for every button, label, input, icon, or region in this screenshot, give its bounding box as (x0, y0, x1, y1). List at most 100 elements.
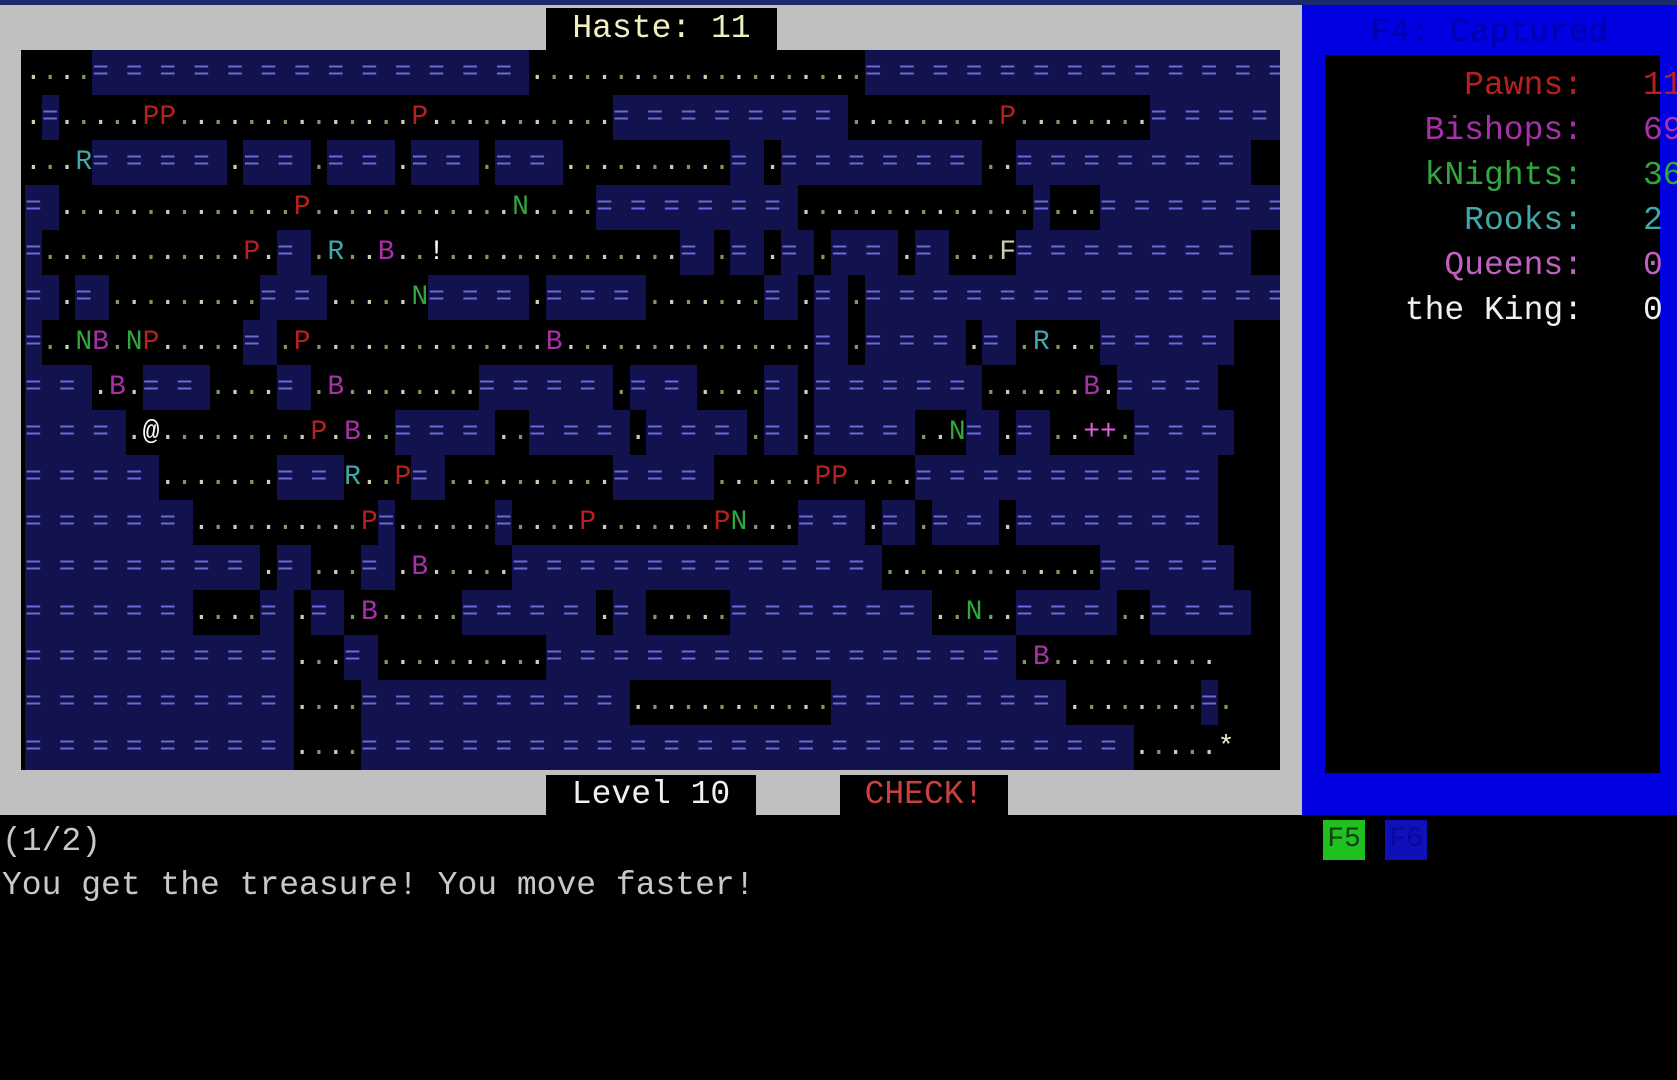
f5-key-button[interactable]: F5 (1323, 820, 1365, 860)
wall-tile: = (1150, 365, 1167, 410)
floor-tile: . (428, 372, 445, 403)
wall-tile (276, 680, 294, 725)
floor-tile: . (764, 462, 781, 493)
wall-tile (797, 230, 815, 275)
wall-tile (1066, 500, 1084, 545)
floor-tile: . (579, 462, 597, 493)
floor-tile: . (344, 192, 361, 223)
wall-tile (41, 185, 59, 230)
floor-tile: . (528, 327, 546, 358)
wall-tile: = (159, 590, 176, 635)
knight-piece: N (411, 282, 429, 313)
floor-tile: . (394, 327, 412, 358)
floor-tile: . (814, 57, 832, 88)
wall-tile (1032, 140, 1050, 185)
floor-tile: . (58, 282, 76, 313)
floor-tile: . (780, 327, 798, 358)
wall-tile (881, 50, 899, 95)
floor-tile: . (730, 372, 748, 403)
wall-tile (243, 50, 261, 95)
floor-tile: . (310, 552, 328, 583)
wall-tile: = (1049, 500, 1066, 545)
floor-tile: . (495, 102, 513, 133)
wall-tile (948, 500, 966, 545)
wall-tile: = (25, 680, 42, 725)
floor-tile: . (982, 597, 1000, 628)
knight-piece: N (125, 327, 143, 358)
floor-tile: . (663, 687, 681, 718)
f6-key-button[interactable]: F6 (1385, 820, 1427, 860)
wall-tile (612, 680, 630, 725)
floor-tile: . (814, 192, 832, 223)
wall-tile (696, 95, 714, 140)
floor-tile: . (982, 147, 1000, 178)
floor-tile: . (764, 327, 781, 358)
wall-tile (41, 275, 59, 320)
game-map[interactable]: .... = = = = = = = = = = = = = ..........… (21, 50, 1280, 770)
floor-tile: . (293, 102, 311, 133)
wall-tile: = (1217, 140, 1234, 185)
wall-tile (680, 185, 697, 230)
wall-tile (293, 545, 311, 590)
captured-stat-row: Pawns: 112 (1325, 63, 1677, 108)
wall-tile (1083, 725, 1100, 770)
floor-tile: . (461, 102, 479, 133)
floor-tile: . (982, 237, 1000, 268)
floor-tile: . (948, 552, 966, 583)
wall-tile: = (1049, 140, 1066, 185)
wall-tile (780, 185, 798, 230)
floor-tile: . (344, 507, 361, 538)
floor-tile: . (444, 597, 462, 628)
floor-tile: . (915, 192, 933, 223)
floor-tile: . (1032, 372, 1050, 403)
wall-tile (982, 50, 1000, 95)
floor-tile: . (360, 192, 378, 223)
wall-tile: = (25, 635, 42, 680)
floor-tile: . (344, 372, 361, 403)
wall-tile: = (495, 590, 512, 635)
wall-tile: = (579, 275, 596, 320)
wall-tile: = (528, 680, 546, 725)
wall-tile (327, 455, 345, 500)
wall-tile: = (1167, 320, 1184, 365)
wall-tile: = (528, 140, 546, 185)
wall-tile: = (730, 590, 747, 635)
knight-piece: N (75, 327, 93, 358)
floor-tile: . (596, 507, 613, 538)
wall-tile: = (932, 275, 949, 320)
floor-tile: . (327, 102, 345, 133)
floor-tile: . (999, 507, 1017, 538)
wall-tile: = (1200, 50, 1218, 95)
wall-tile: = (192, 140, 210, 185)
wall-tile (730, 545, 748, 590)
floor-tile: . (226, 597, 244, 628)
floor-tile: . (982, 192, 1000, 223)
wall-tile: = (1083, 590, 1100, 635)
wall-tile: = (192, 725, 210, 770)
wall-tile: = (1267, 50, 1280, 95)
floor-tile: . (747, 282, 765, 313)
wall-tile: = (680, 230, 697, 275)
floor-tile: . (528, 282, 546, 313)
floor-tile: . (360, 282, 378, 313)
wall-tile (1217, 185, 1235, 230)
wall-tile (176, 500, 193, 545)
wall-tile (663, 410, 681, 455)
floor-tile: . (243, 507, 261, 538)
wall-tile (512, 275, 529, 320)
floor-tile: . (1083, 642, 1101, 673)
floor-tile: . (512, 642, 529, 673)
floor-tile: . (243, 282, 261, 313)
wall-tile: = (1200, 680, 1218, 725)
floor-tile: . (327, 642, 345, 673)
floor-tile: . (965, 237, 983, 268)
wall-tile: = (1100, 545, 1117, 590)
floor-tile: . (780, 687, 798, 718)
floor-tile: . (444, 102, 462, 133)
floor-tile: . (713, 237, 731, 268)
wall-tile (864, 365, 882, 410)
floor-tile: . (344, 597, 361, 628)
wall-tile (864, 410, 882, 455)
stat-value: 0 (1643, 247, 1663, 284)
wall-tile: = (864, 725, 882, 770)
